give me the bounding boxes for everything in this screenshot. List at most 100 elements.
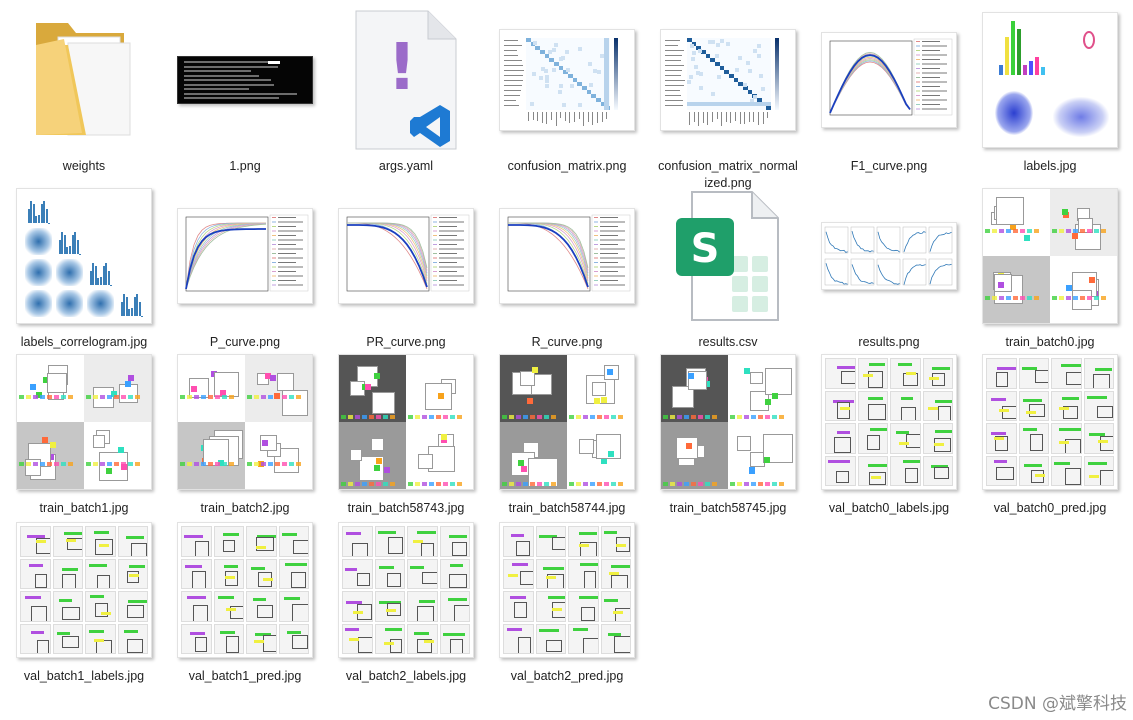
val-batch-thumbnail xyxy=(821,354,957,490)
file-item[interactable]: PR_curve.png xyxy=(332,186,480,349)
file-name-label: val_batch0_pred.jpg xyxy=(993,501,1107,515)
confusion-matrix-thumbnail xyxy=(499,29,635,131)
file-item[interactable]: val_batch0_labels.jpg xyxy=(815,352,963,515)
file-item[interactable]: 1.png xyxy=(171,10,319,173)
file-name-label: val_batch0_labels.jpg xyxy=(828,501,950,515)
file-thumbnail[interactable]: S xyxy=(654,186,802,326)
file-thumbnail[interactable] xyxy=(332,352,480,492)
file-item[interactable]: val_batch1_labels.jpg xyxy=(10,520,158,683)
labels-distribution-thumbnail xyxy=(982,12,1118,148)
labels-correlogram-thumbnail xyxy=(16,188,152,324)
file-thumbnail[interactable] xyxy=(976,352,1124,492)
train-batch-thumbnail xyxy=(338,354,474,490)
file-name-label: train_batch2.jpg xyxy=(200,501,290,515)
file-thumbnail[interactable] xyxy=(171,10,319,150)
val-batch-thumbnail xyxy=(338,522,474,658)
confusion-matrix-thumbnail xyxy=(660,29,796,131)
file-name-label: 1.png xyxy=(229,159,261,173)
file-thumbnail[interactable] xyxy=(493,186,641,326)
file-name-label: F1_curve.png xyxy=(850,159,928,173)
file-thumbnail[interactable] xyxy=(493,520,641,660)
file-item[interactable]: weights xyxy=(10,10,158,173)
file-thumbnail[interactable] xyxy=(815,186,963,326)
file-thumbnail[interactable] xyxy=(815,352,963,492)
file-thumbnail[interactable] xyxy=(493,10,641,150)
file-thumbnail[interactable] xyxy=(10,352,158,492)
file-name-label: P_curve.png xyxy=(209,335,281,349)
file-thumbnail[interactable] xyxy=(815,10,963,150)
file-name-label: results.csv xyxy=(698,335,758,349)
file-thumbnail[interactable] xyxy=(976,10,1124,150)
file-item[interactable]: confusion_matrix.png xyxy=(493,10,641,173)
file-name-label: results.png xyxy=(858,335,920,349)
file-item[interactable]: train_batch1.jpg xyxy=(10,352,158,515)
file-item[interactable]: val_batch0_pred.jpg xyxy=(976,352,1124,515)
file-item[interactable]: confusion_matrix_normal ized.png xyxy=(654,10,802,190)
file-thumbnail[interactable] xyxy=(654,10,802,150)
file-item[interactable]: train_batch58745.jpg xyxy=(654,352,802,515)
train-batch-thumbnail xyxy=(499,354,635,490)
file-thumbnail[interactable] xyxy=(10,10,158,150)
yaml-file-icon: ! xyxy=(355,10,457,150)
file-item[interactable]: train_batch0.jpg xyxy=(976,186,1124,349)
file-thumbnail[interactable]: ! xyxy=(332,10,480,150)
file-thumbnail[interactable] xyxy=(10,520,158,660)
file-name-label: labels_correlogram.jpg xyxy=(20,335,148,349)
file-item[interactable]: ! args.yaml xyxy=(332,10,480,173)
file-name-label: PR_curve.png xyxy=(366,335,446,349)
file-item[interactable]: val_batch1_pred.jpg xyxy=(171,520,319,683)
file-name-label: val_batch2_pred.jpg xyxy=(510,669,624,683)
file-thumbnail[interactable] xyxy=(654,352,802,492)
train-batch-thumbnail xyxy=(660,354,796,490)
file-name-label: train_batch58745.jpg xyxy=(669,501,787,515)
spreadsheet-file-icon: S xyxy=(676,191,779,321)
svg-text:!: ! xyxy=(387,31,416,105)
file-name-label: R_curve.png xyxy=(531,335,603,349)
file-thumbnail[interactable] xyxy=(493,352,641,492)
file-name-label: labels.jpg xyxy=(1023,159,1077,173)
file-name-label: val_batch1_labels.jpg xyxy=(23,669,145,683)
file-item[interactable]: F1_curve.png xyxy=(815,10,963,173)
file-thumbnail[interactable] xyxy=(171,352,319,492)
folder-icon xyxy=(36,23,131,136)
file-item[interactable]: P_curve.png xyxy=(171,186,319,349)
val-batch-thumbnail xyxy=(16,522,152,658)
file-name-label: train_batch58744.jpg xyxy=(508,501,626,515)
train-batch-thumbnail xyxy=(177,354,313,490)
file-item[interactable]: Sresults.csv xyxy=(654,186,802,349)
file-thumbnail[interactable] xyxy=(171,186,319,326)
file-item[interactable]: train_batch2.jpg xyxy=(171,352,319,515)
metric-curve-thumbnail xyxy=(499,208,635,304)
file-name-label: weights xyxy=(62,159,106,173)
file-item[interactable]: R_curve.png xyxy=(493,186,641,349)
train-batch-thumbnail xyxy=(16,354,152,490)
file-name-label: confusion_matrix.png xyxy=(507,159,627,173)
metric-curve-thumbnail xyxy=(338,208,474,304)
svg-text:S: S xyxy=(691,226,720,272)
file-thumbnail[interactable] xyxy=(332,520,480,660)
file-item[interactable]: labels.jpg xyxy=(976,10,1124,173)
file-thumbnail[interactable] xyxy=(332,186,480,326)
file-thumbnail[interactable] xyxy=(976,186,1124,326)
terminal-screenshot-thumbnail xyxy=(177,56,313,104)
file-item[interactable]: results.png xyxy=(815,186,963,349)
file-name-label: train_batch1.jpg xyxy=(39,501,129,515)
val-batch-thumbnail xyxy=(499,522,635,658)
file-name-label: train_batch0.jpg xyxy=(1005,335,1095,349)
metric-curve-thumbnail xyxy=(821,32,957,128)
val-batch-thumbnail xyxy=(177,522,313,658)
file-thumbnail[interactable] xyxy=(10,186,158,326)
train-batch-thumbnail xyxy=(982,188,1118,324)
file-item[interactable]: labels_correlogram.jpg xyxy=(10,186,158,349)
file-thumbnail[interactable] xyxy=(171,520,319,660)
file-item[interactable]: val_batch2_pred.jpg xyxy=(493,520,641,683)
val-batch-thumbnail xyxy=(982,354,1118,490)
file-name-label: val_batch1_pred.jpg xyxy=(188,669,302,683)
file-name-label: val_batch2_labels.jpg xyxy=(345,669,467,683)
file-item[interactable]: val_batch2_labels.jpg xyxy=(332,520,480,683)
results-plots-thumbnail xyxy=(821,222,957,290)
file-name-label: args.yaml xyxy=(378,159,434,173)
file-item[interactable]: train_batch58744.jpg xyxy=(493,352,641,515)
file-item[interactable]: train_batch58743.jpg xyxy=(332,352,480,515)
file-name-label: train_batch58743.jpg xyxy=(347,501,465,515)
